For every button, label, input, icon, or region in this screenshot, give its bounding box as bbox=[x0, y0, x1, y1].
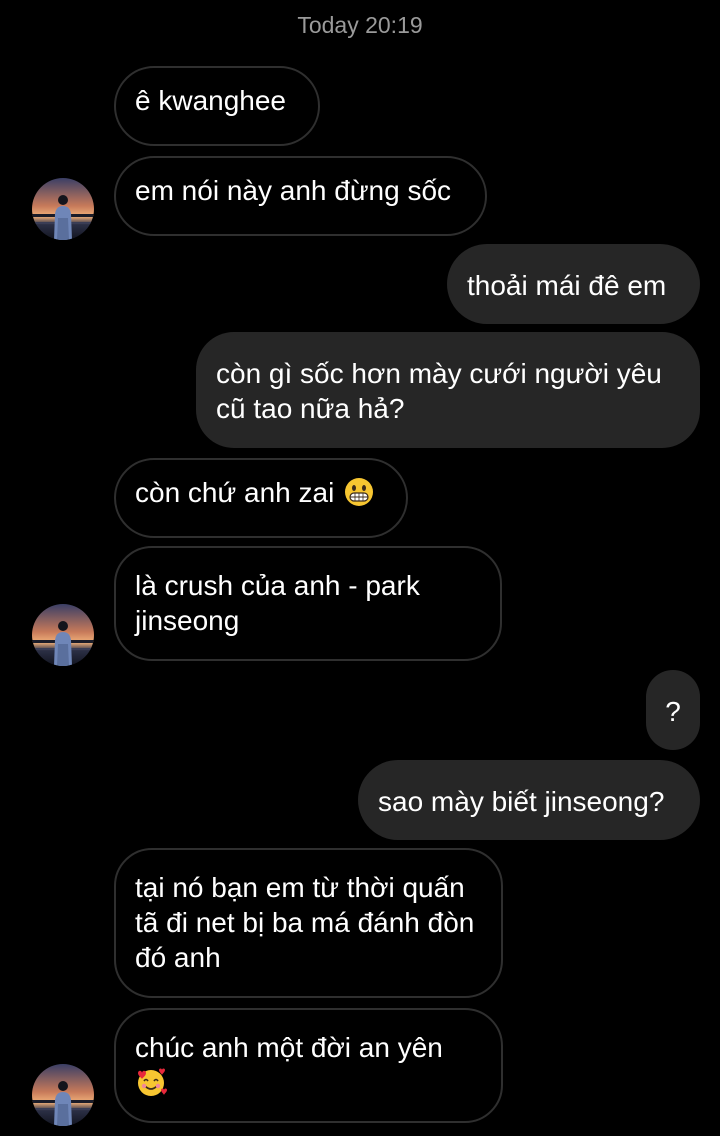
incoming-message-bubble[interactable]: còn chứ anh zai bbox=[114, 458, 408, 538]
chat-timestamp: Today 20:19 bbox=[297, 12, 423, 38]
message-text: chúc anh một đời an yên bbox=[135, 1032, 443, 1063]
contact-avatar[interactable] bbox=[32, 178, 94, 240]
outgoing-message-bubble[interactable]: sao mày biết jinseong? bbox=[358, 760, 700, 840]
smiling-face-with-hearts-emoji bbox=[135, 1066, 169, 1106]
incoming-message-bubble[interactable]: ê kwanghee bbox=[114, 66, 320, 146]
outgoing-message-bubble[interactable]: ? bbox=[646, 670, 700, 750]
message-text: ê kwanghee bbox=[135, 85, 287, 116]
message-text: thoải mái đê em bbox=[467, 270, 667, 301]
message-text: sao mày biết jinseong? bbox=[378, 786, 665, 817]
message-text: ? bbox=[665, 696, 681, 727]
outgoing-message-bubble[interactable]: thoải mái đê em bbox=[447, 244, 700, 324]
incoming-message-bubble[interactable]: em nói này anh đừng sốc bbox=[114, 156, 487, 236]
grinning-face-emoji bbox=[344, 477, 374, 515]
message-text: còn chứ anh zai bbox=[135, 477, 335, 508]
incoming-message-bubble[interactable]: là crush của anh - park jinseong bbox=[114, 546, 502, 661]
message-text: còn gì sốc hơn mày cưới người yêu cũ tao… bbox=[216, 358, 662, 424]
outgoing-message-bubble[interactable]: còn gì sốc hơn mày cưới người yêu cũ tao… bbox=[196, 332, 700, 448]
contact-avatar[interactable] bbox=[32, 604, 94, 666]
message-text: tại nó bạn em từ thời quấn tã đi net bị … bbox=[135, 872, 475, 973]
contact-avatar[interactable] bbox=[32, 1064, 94, 1126]
message-text: là crush của anh - park jinseong bbox=[135, 570, 420, 636]
incoming-message-bubble[interactable]: chúc anh một đời an yên bbox=[114, 1008, 503, 1123]
message-text: em nói này anh đừng sốc bbox=[135, 175, 452, 206]
incoming-message-bubble[interactable]: tại nó bạn em từ thời quấn tã đi net bị … bbox=[114, 848, 503, 998]
